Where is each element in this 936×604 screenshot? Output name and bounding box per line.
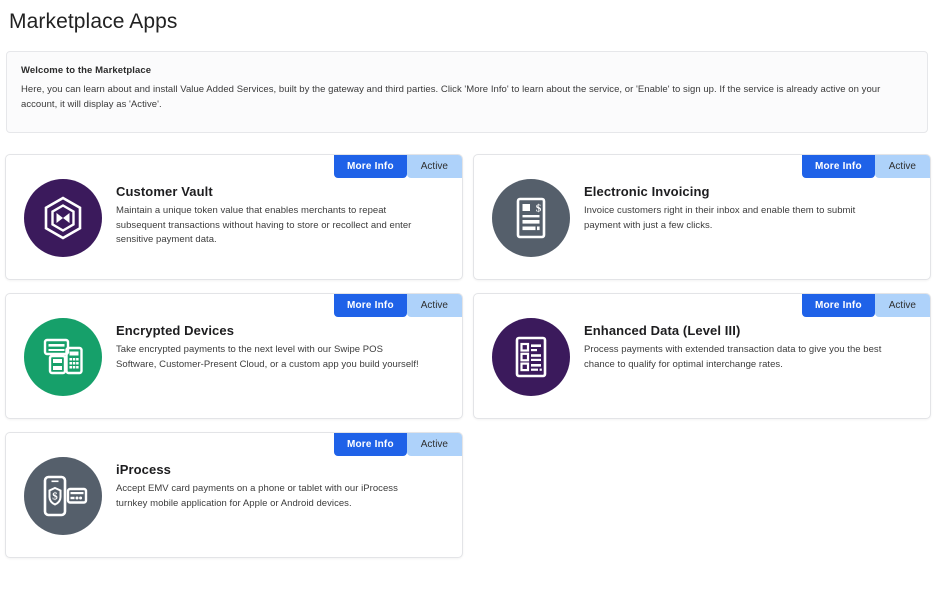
welcome-panel: Welcome to the Marketplace Here, you can…	[6, 51, 928, 133]
invoice-document-icon: $	[492, 179, 570, 257]
card-title: Enhanced Data (Level III)	[584, 322, 918, 339]
card-title: Customer Vault	[116, 183, 450, 200]
card-actions: More Info Active	[334, 294, 462, 317]
card-title: iProcess	[116, 461, 450, 478]
svg-text:$: $	[536, 203, 542, 215]
welcome-body: Here, you can learn about and install Va…	[21, 82, 913, 112]
welcome-heading: Welcome to the Marketplace	[21, 64, 913, 77]
status-badge-active[interactable]: Active	[875, 294, 930, 317]
app-card-enhanced-data[interactable]: More Info Active	[473, 293, 931, 419]
more-info-button[interactable]: More Info	[802, 155, 875, 178]
card-actions: More Info Active	[334, 155, 462, 178]
page-title: Marketplace Apps	[9, 9, 936, 35]
more-info-button[interactable]: More Info	[334, 433, 407, 456]
card-description: Take encrypted payments to the next leve…	[116, 343, 426, 372]
status-badge-active[interactable]: Active	[407, 155, 462, 178]
app-card-iprocess[interactable]: More Info Active $	[5, 432, 463, 558]
checklist-document-icon	[492, 318, 570, 396]
card-text: Customer Vault Maintain a unique token v…	[116, 179, 450, 248]
card-actions: More Info Active	[334, 433, 462, 456]
hexagon-vault-icon	[24, 179, 102, 257]
card-text: Encrypted Devices Take encrypted payment…	[116, 318, 450, 372]
svg-text:$: $	[52, 491, 58, 503]
more-info-button[interactable]: More Info	[334, 155, 407, 178]
status-badge-active[interactable]: Active	[875, 155, 930, 178]
card-actions: More Info Active	[802, 294, 930, 317]
app-card-electronic-invoicing[interactable]: More Info Active $ Electronic	[473, 154, 931, 280]
card-description: Invoice customers right in their inbox a…	[584, 204, 894, 233]
card-description: Accept EMV card payments on a phone or t…	[116, 482, 426, 511]
card-title: Electronic Invoicing	[584, 183, 918, 200]
status-badge-active[interactable]: Active	[407, 294, 462, 317]
card-text: Enhanced Data (Level III) Process paymen…	[584, 318, 918, 372]
mobile-card-reader-icon: $	[24, 457, 102, 535]
app-card-grid: More Info Active Customer Vault Maintain…	[0, 149, 936, 566]
card-text: Electronic Invoicing Invoice customers r…	[584, 179, 918, 233]
status-badge-active[interactable]: Active	[407, 433, 462, 456]
more-info-button[interactable]: More Info	[802, 294, 875, 317]
card-actions: More Info Active	[802, 155, 930, 178]
card-description: Maintain a unique token value that enabl…	[116, 204, 426, 248]
marketplace-apps-page: Marketplace Apps Welcome to the Marketpl…	[0, 9, 936, 604]
pos-terminal-icon	[24, 318, 102, 396]
app-card-customer-vault[interactable]: More Info Active Customer Vault Maintain…	[5, 154, 463, 280]
card-title: Encrypted Devices	[116, 322, 450, 339]
more-info-button[interactable]: More Info	[334, 294, 407, 317]
card-text: iProcess Accept EMV card payments on a p…	[116, 457, 450, 511]
card-description: Process payments with extended transacti…	[584, 343, 894, 372]
app-card-encrypted-devices[interactable]: More Info Active	[5, 293, 463, 419]
